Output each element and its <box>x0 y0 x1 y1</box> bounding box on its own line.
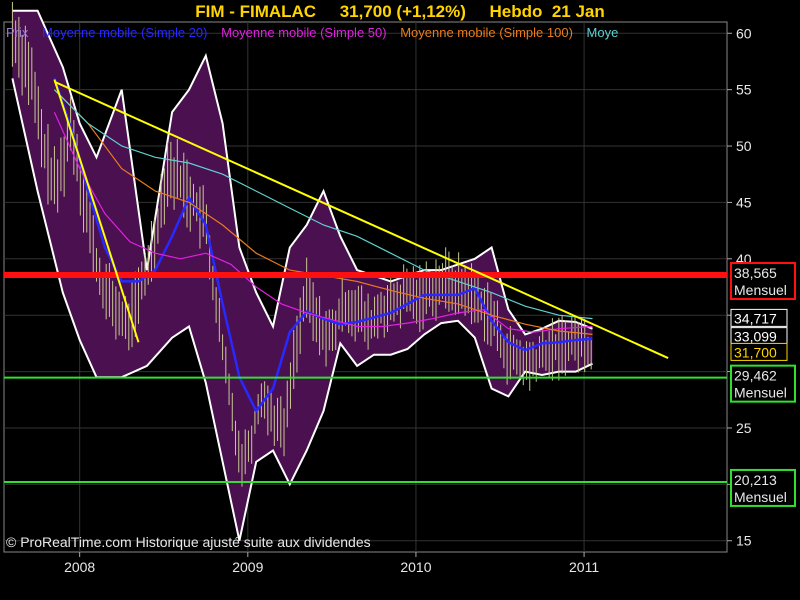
price-tag-label: 34,717 <box>734 310 777 326</box>
y-tick-label: 50 <box>736 138 752 154</box>
instrument-name: FIM - FIMALAC <box>195 2 317 21</box>
y-tick-label: 25 <box>736 420 752 436</box>
level-tag-value: 38,565 <box>734 265 777 281</box>
chart-window: 15202530354045505560200820092010201138,5… <box>0 0 800 600</box>
legend-ma50[interactable]: Moyenne mobile (Simple 50) <box>221 25 386 40</box>
level-tag-period: Mensuel <box>734 282 787 298</box>
level-tag-period: Mensuel <box>734 489 787 505</box>
y-tick-label: 55 <box>736 82 752 98</box>
last-date: 21 Jan <box>551 2 605 21</box>
price-tag-label: 33,099 <box>734 329 777 345</box>
legend-ma200[interactable]: Moye <box>587 25 619 40</box>
y-tick-label: 45 <box>736 194 752 210</box>
legend-ma20[interactable]: Moyenne mobile (Simple 20) <box>42 25 207 40</box>
indicator-legend: Prix Moyenne mobile (Simple 20) Moyenne … <box>6 25 628 40</box>
x-tick-label: 2010 <box>400 559 431 575</box>
timeframe[interactable]: Hebdo <box>490 2 543 21</box>
level-tag-period: Mensuel <box>734 385 787 401</box>
price-chart[interactable]: 15202530354045505560200820092010201138,5… <box>0 0 800 600</box>
x-tick-label: 2008 <box>64 559 95 575</box>
level-tag-value: 20,213 <box>734 472 777 488</box>
legend-ma100[interactable]: Moyenne mobile (Simple 100) <box>400 25 573 40</box>
legend-price[interactable]: Prix <box>6 25 28 40</box>
copyright-footer: © ProRealTime.com Historique ajusté suit… <box>6 534 371 550</box>
chart-header: FIM - FIMALAC 31,700 (+1,12%) Hebdo 21 J… <box>0 2 800 22</box>
price-tag-label: 31,700 <box>734 344 777 360</box>
y-tick-label: 60 <box>736 25 752 41</box>
y-tick-label: 15 <box>736 533 752 549</box>
x-tick-label: 2011 <box>569 559 599 575</box>
last-price-change: 31,700 (+1,12%) <box>339 2 466 21</box>
x-tick-label: 2009 <box>232 559 263 575</box>
level-tag-value: 29,462 <box>734 368 777 384</box>
